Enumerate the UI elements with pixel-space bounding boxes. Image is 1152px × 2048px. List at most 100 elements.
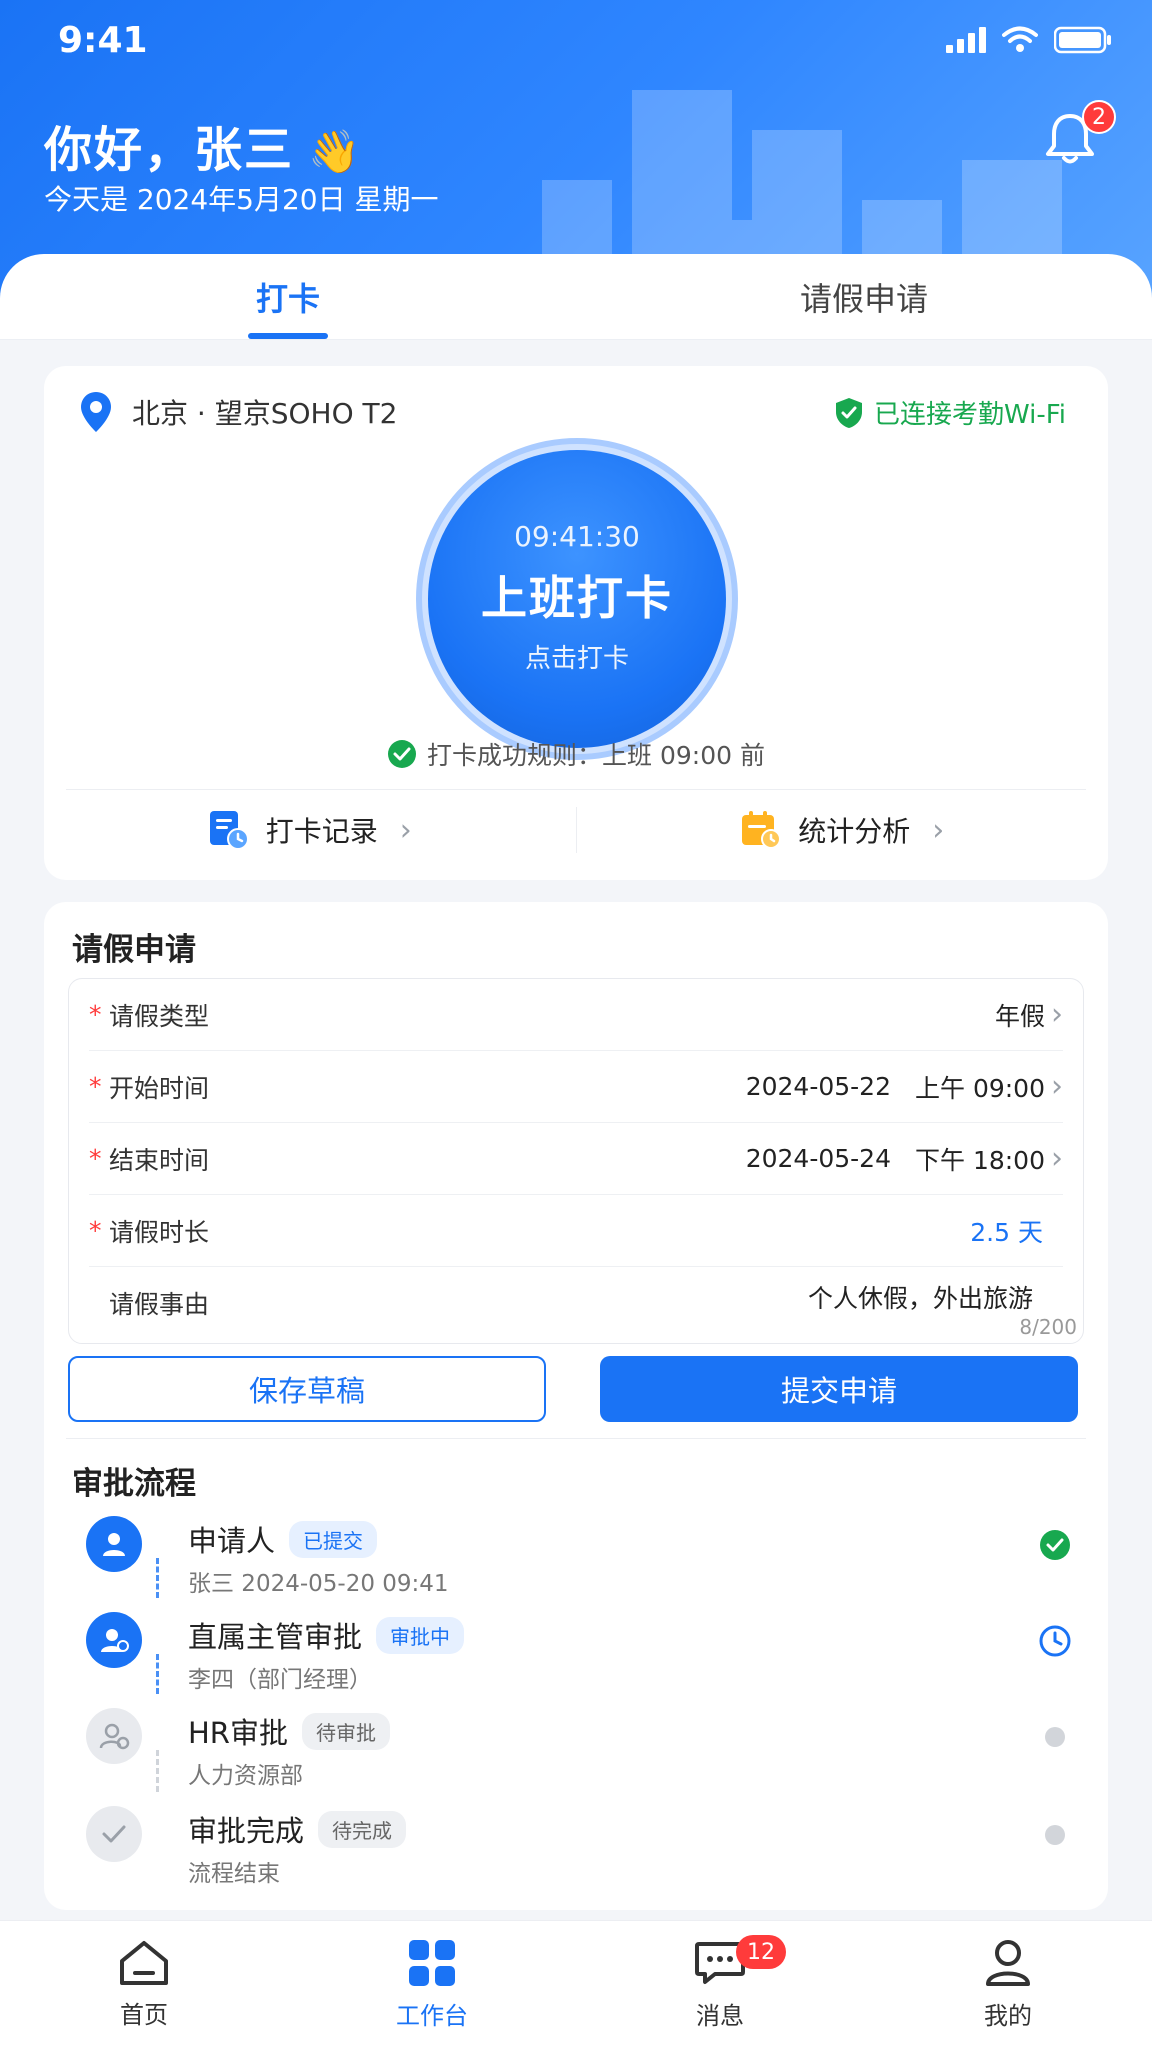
step-name-text: 申请人: [188, 1524, 276, 1558]
approval-step: 审批完成 待完成 流程结束: [44, 1806, 1108, 1896]
greeting: 你好，张三 👋: [44, 110, 362, 180]
step-name: HR审批 待审批: [188, 1710, 390, 1752]
message-badge: 12: [736, 1935, 786, 1969]
end-time-value: 2024-05-24 下午 18:00 ›: [746, 1141, 1063, 1177]
battery-icon: [1054, 26, 1111, 54]
chevron-right-icon: ›: [1051, 1069, 1063, 1104]
date-line: 今天是 2024年5月20日 星期一: [44, 183, 439, 216]
leave-type-text: 年假: [994, 1001, 1045, 1031]
start-time: 上午 09:00: [915, 1073, 1045, 1103]
nav-profile-label: 我的: [984, 2002, 1032, 2030]
leave-type-value: 年假 ›: [995, 997, 1063, 1033]
end-time: 下午 18:00: [915, 1145, 1045, 1175]
reason-input[interactable]: 个人休假，外出旅游: [808, 1279, 1033, 1315]
step-detail: 人力资源部: [188, 1763, 303, 1789]
wave-emoji: 👋: [308, 127, 363, 176]
location: 北京 · 望京SOHO T2: [78, 390, 397, 434]
submit-button[interactable]: 提交申请: [600, 1356, 1078, 1422]
status-badge: 待完成: [318, 1810, 407, 1848]
tab-bar: 打卡 请假申请: [0, 254, 1152, 340]
status-badge: 已提交: [289, 1520, 378, 1558]
step-detail: 张三 2024-05-20 09:41: [188, 1571, 449, 1597]
reason-label: 请假事由: [109, 1290, 210, 1319]
approval-title: 审批流程: [72, 1466, 196, 1502]
char-counter: 8/200: [1019, 1315, 1077, 1339]
chevron-right-icon: ›: [399, 812, 412, 848]
reason-row[interactable]: 请假事由 个人休假，外出旅游: [89, 1267, 1063, 1339]
pending-dot-icon: [1038, 1818, 1072, 1852]
nav-home-label: 首页: [120, 2001, 168, 2029]
step-name: 直属主管审批 审批中: [188, 1614, 465, 1656]
status-badge: 审批中: [376, 1616, 465, 1654]
start-date: 2024-05-22: [745, 1072, 891, 1101]
statistics-link[interactable]: 统计分析 ›: [577, 790, 1109, 870]
hr-user-icon: [86, 1708, 142, 1764]
leave-title: 请假申请: [72, 932, 196, 968]
nav-workbench[interactable]: 工作台: [288, 1921, 576, 2048]
duration-value: 2.5 天: [970, 1217, 1043, 1247]
punch-rule-text: 打卡成功规则：上班 09:00 前: [427, 741, 765, 770]
nav-home[interactable]: 首页: [0, 1921, 288, 2048]
step-detail: 流程结束: [188, 1861, 280, 1887]
nav-messages-label: 消息: [696, 2002, 744, 2030]
check-circle-icon: [1038, 1528, 1072, 1562]
user-profile-icon: [986, 1940, 1030, 1986]
start-time-row[interactable]: * 开始时间 2024-05-22 上午 09:00 ›: [89, 1051, 1063, 1123]
save-draft-button[interactable]: 保存草稿: [68, 1356, 546, 1422]
approval-step: 申请人 已提交 张三 2024-05-20 09:41: [44, 1516, 1108, 1606]
statistics-label: 统计分析: [798, 815, 911, 848]
wifi-status-text: 已连接考勤Wi-Fi: [873, 400, 1066, 430]
checkin-card: 北京 · 望京SOHO T2 已连接考勤Wi-Fi 09:41:30 上班打卡 …: [44, 366, 1108, 880]
checkin-records-label: 打卡记录: [265, 815, 378, 848]
clock-icon: [1038, 1624, 1072, 1658]
shield-check-icon: [835, 397, 862, 428]
required-mark: *: [89, 1216, 102, 1245]
check-icon: [86, 1806, 142, 1862]
status-badge: 待审批: [301, 1712, 390, 1750]
approval-step: HR审批 待审批 人力资源部: [44, 1708, 1108, 1798]
punch-rule: 打卡成功规则：上班 09:00 前: [44, 736, 1108, 772]
status-icons: [946, 26, 1112, 54]
page: 9:41 你好，张三 👋 今天是 2024年5月20日 星期一 2 打卡 请假申…: [0, 0, 1152, 2048]
tab-checkin[interactable]: 打卡: [0, 254, 576, 339]
end-date: 2024-05-24: [745, 1144, 891, 1173]
greeting-text: 你好，张三: [44, 122, 295, 178]
wifi-icon: [1002, 26, 1038, 52]
user-icon: [86, 1516, 142, 1572]
status-bar: 9:41: [0, 0, 1152, 84]
leave-type-row[interactable]: * 请假类型 年假 ›: [89, 979, 1063, 1051]
grid-icon: [409, 1940, 455, 1986]
pending-dot-icon: [1038, 1720, 1072, 1754]
records-icon: [209, 811, 249, 850]
end-time-row[interactable]: * 结束时间 2024-05-24 下午 18:00 ›: [89, 1123, 1063, 1195]
chevron-right-icon: ›: [1051, 1141, 1063, 1176]
manager-icon: [86, 1612, 142, 1668]
check-circle-icon: [388, 740, 417, 768]
location-pin-icon: [81, 392, 111, 432]
calendar-stats-icon: [742, 811, 782, 849]
punch-button[interactable]: 09:41:30 上班打卡 点击打卡: [428, 450, 726, 748]
step-name-text: HR审批: [188, 1716, 288, 1750]
punch-label: 上班打卡: [481, 571, 673, 625]
duration-row: * 请假时长 2.5 天: [89, 1195, 1063, 1267]
signal-icon: [946, 27, 986, 53]
leave-type-label: 请假类型: [109, 1001, 210, 1031]
punch-hint: 点击打卡: [524, 644, 629, 674]
tab-leave[interactable]: 请假申请: [576, 254, 1152, 339]
checkin-records-link[interactable]: 打卡记录 ›: [44, 790, 576, 870]
nav-profile[interactable]: 我的: [864, 1921, 1152, 2048]
quick-links: 打卡记录 › 统计分析 ›: [44, 790, 1108, 870]
punch-time: 09:41:30: [514, 520, 640, 553]
start-time-value: 2024-05-22 上午 09:00 ›: [746, 1069, 1063, 1105]
bottom-nav: 首页 工作台 消息 12 我的: [0, 1920, 1152, 2048]
location-text: 北京 · 望京SOHO T2: [132, 397, 398, 430]
divider: [66, 1438, 1086, 1439]
start-time-label: 开始时间: [109, 1073, 210, 1103]
step-name: 申请人 已提交: [188, 1518, 378, 1560]
leave-form: * 请假类型 年假 › * 开始时间 2024-05-22 上午 09:00 ›…: [68, 978, 1084, 1344]
approval-step: 直属主管审批 审批中 李四（部门经理）: [44, 1612, 1108, 1702]
nav-messages[interactable]: 消息 12: [576, 1921, 864, 2048]
chevron-right-icon: ›: [932, 812, 945, 848]
step-detail: 李四（部门经理）: [188, 1667, 372, 1693]
step-name-text: 审批完成: [188, 1814, 305, 1848]
